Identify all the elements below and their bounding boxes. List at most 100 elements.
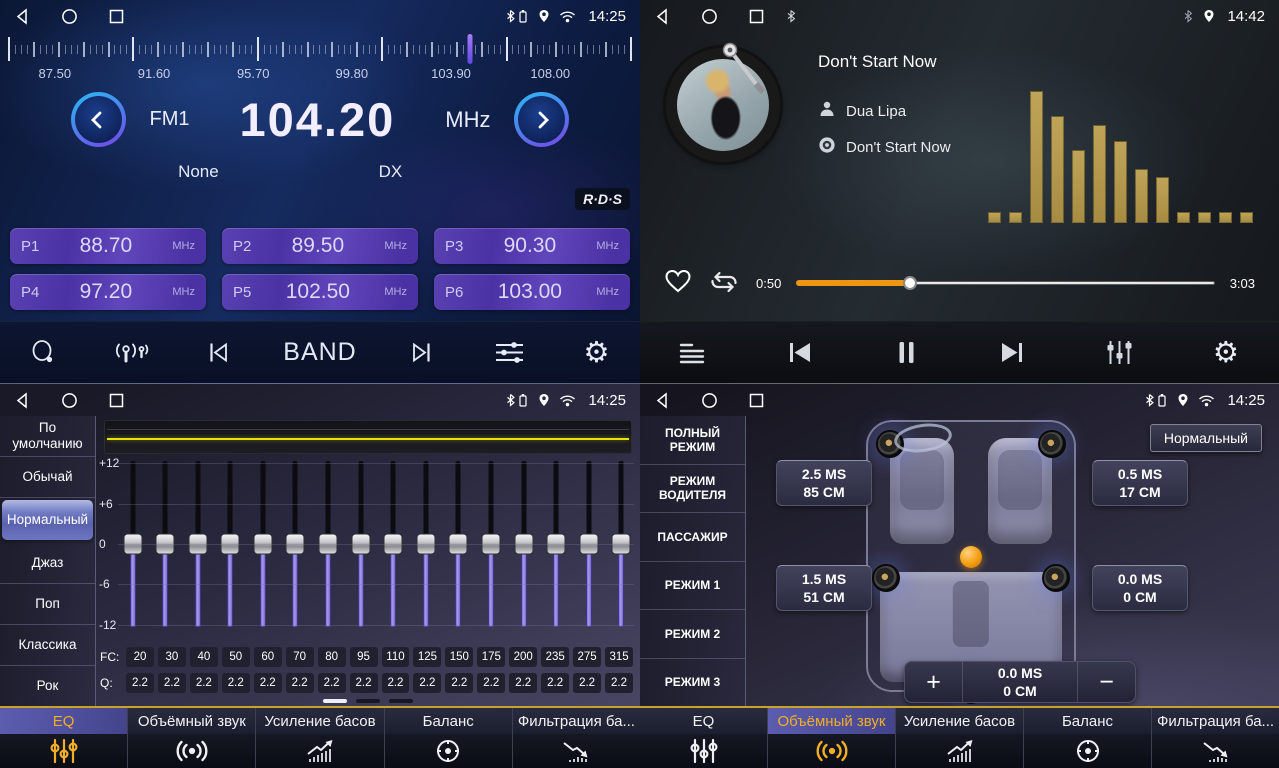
scale-tick xyxy=(356,42,358,57)
artist-row: Dua Lipa xyxy=(818,100,906,122)
tab-eq-sliders[interactable]: EQ xyxy=(640,708,767,768)
sound-mode-item[interactable]: РЕЖИМ 2 xyxy=(640,610,745,659)
eq-status-bar: 14:25 xyxy=(0,384,640,416)
recents-button[interactable] xyxy=(108,8,125,25)
player-status-bar: 14:42 xyxy=(640,0,1279,32)
preset-button-P1[interactable]: P188.70MHz xyxy=(10,228,206,264)
preset-button-P5[interactable]: P5102.50MHz xyxy=(222,274,418,310)
back-button[interactable] xyxy=(14,392,31,409)
pause-button[interactable] xyxy=(884,340,928,365)
broadcast-icon[interactable] xyxy=(109,339,153,366)
delay-front-left-button[interactable]: 2.5 MS 85 CM xyxy=(776,460,872,506)
scale-tick xyxy=(630,37,632,61)
delay-rear-right-button[interactable]: 0.0 MS 0 CM xyxy=(1092,565,1188,611)
page-dot[interactable] xyxy=(356,699,380,703)
tab-bass-boost[interactable]: Усиление басов xyxy=(895,708,1023,768)
back-button[interactable] xyxy=(654,392,671,409)
scale-tick xyxy=(65,45,66,54)
tab-eq-sliders[interactable]: EQ xyxy=(0,708,127,768)
eq-preset-item[interactable]: Классика xyxy=(0,625,95,666)
equalizer-faders-button[interactable] xyxy=(1097,339,1141,366)
page-dot[interactable] xyxy=(323,699,347,703)
eq-preset-item[interactable]: Рок xyxy=(0,666,95,706)
tab-crossover[interactable]: Фильтрация ба... xyxy=(1151,708,1279,768)
total-time: 3:03 xyxy=(1230,276,1255,291)
home-button[interactable] xyxy=(61,392,78,409)
sound-preset-badge[interactable]: Нормальный xyxy=(1150,424,1262,452)
preset-grid: P188.70MHz P289.50MHz P390.30MHz P497.20MHz… xyxy=(10,228,630,310)
sound-mode-item[interactable]: ПОЛНЫЙ РЕЖИМ xyxy=(640,416,745,465)
tab-surround[interactable]: Объёмный звук xyxy=(127,708,255,768)
eq-preset-item[interactable]: Нормальный xyxy=(2,500,93,540)
preset-button-P3[interactable]: P390.30MHz xyxy=(434,228,630,264)
preset-button-P2[interactable]: P289.50MHz xyxy=(222,228,418,264)
home-button[interactable] xyxy=(701,392,718,409)
tab-balance[interactable]: Баланс xyxy=(1023,708,1151,768)
recents-button[interactable] xyxy=(108,392,125,409)
eq-preset-item[interactable]: Поп xyxy=(0,584,95,625)
q-value-chip: 2.2 xyxy=(318,673,346,693)
frequency-scale[interactable]: 87.5091.6095.7099.80103.90108.00 xyxy=(8,34,632,84)
settings-gear-button[interactable]: ⚙ xyxy=(574,338,618,367)
sound-mode-item[interactable]: ПАССАЖИР xyxy=(640,513,745,562)
listening-position-ball[interactable] xyxy=(960,546,982,568)
eq-preset-item[interactable]: Обычай xyxy=(0,457,95,498)
previous-station-button[interactable] xyxy=(196,340,240,365)
fc-value-chip: 275 xyxy=(573,647,601,667)
tab-crossover[interactable]: Фильтрация ба... xyxy=(512,708,640,768)
balance-icon xyxy=(1024,734,1151,768)
tune-up-button[interactable] xyxy=(514,92,569,147)
home-button[interactable] xyxy=(61,8,78,25)
spectrum-bar xyxy=(1114,141,1127,223)
band-button[interactable]: BAND xyxy=(283,338,356,367)
scale-tick xyxy=(120,45,121,54)
increase-delay-button[interactable]: + xyxy=(905,662,963,702)
scale-tick xyxy=(500,45,501,54)
back-button[interactable] xyxy=(14,8,31,25)
preset-unit: MHz xyxy=(172,240,195,252)
next-track-button[interactable] xyxy=(991,341,1035,364)
scale-tick xyxy=(580,42,582,57)
settings-gear-button[interactable]: ⚙ xyxy=(1204,338,1248,367)
recents-button[interactable] xyxy=(748,392,765,409)
recents-button[interactable] xyxy=(748,8,765,25)
audio-settings-tabbar: EQОбъёмный звукУсиление басовБалансФильт… xyxy=(640,706,1279,768)
repeat-button[interactable] xyxy=(707,269,741,298)
dx-mode-label[interactable]: DX xyxy=(379,162,403,182)
delay-rear-left-button[interactable]: 1.5 MS 51 CM xyxy=(776,565,872,611)
preset-button-P6[interactable]: P6103.00MHz xyxy=(434,274,630,310)
decrease-delay-button[interactable]: − xyxy=(1077,662,1135,702)
artist-name: Dua Lipa xyxy=(846,103,906,120)
sound-mode-item[interactable]: РЕЖИМ ВОДИТЕЛЯ xyxy=(640,465,745,514)
progress-thumb[interactable] xyxy=(903,276,917,290)
delay-front-right-button[interactable]: 0.5 MS 17 CM xyxy=(1092,460,1188,506)
fc-value-chip: 150 xyxy=(445,647,473,667)
scale-tick xyxy=(189,45,190,54)
home-button[interactable] xyxy=(701,8,718,25)
tune-down-button[interactable] xyxy=(71,92,126,147)
radio-settings-sliders-button[interactable] xyxy=(487,340,531,365)
scale-tick xyxy=(587,45,588,54)
scan-button[interactable] xyxy=(22,339,66,366)
sound-mode-item[interactable]: РЕЖИМ 3 xyxy=(640,659,745,707)
tab-surround[interactable]: Объёмный звук xyxy=(767,708,895,768)
page-dot[interactable] xyxy=(389,699,413,703)
previous-track-button[interactable] xyxy=(778,341,822,364)
next-station-button[interactable] xyxy=(400,340,444,365)
eq-preset-item[interactable]: По умолчанию xyxy=(0,416,95,457)
preset-frequency: 102.50 xyxy=(251,280,384,304)
progress-slider[interactable] xyxy=(796,281,1214,285)
scale-tick xyxy=(438,45,439,54)
playlist-button[interactable] xyxy=(671,341,715,365)
sound-mode-item[interactable]: РЕЖИМ 1 xyxy=(640,562,745,611)
tab-balance[interactable]: Баланс xyxy=(384,708,512,768)
back-button[interactable] xyxy=(654,8,671,25)
preset-unit: MHz xyxy=(596,286,619,298)
eq-preset-item[interactable]: Джаз xyxy=(0,542,95,583)
preset-button-P4[interactable]: P497.20MHz xyxy=(10,274,206,310)
q-value-chip: 2.2 xyxy=(605,673,633,693)
speaker-front-right-icon xyxy=(1038,430,1066,458)
favorite-button[interactable] xyxy=(664,269,692,297)
tab-bass-boost[interactable]: Усиление басов xyxy=(255,708,383,768)
location-icon xyxy=(1203,9,1215,23)
